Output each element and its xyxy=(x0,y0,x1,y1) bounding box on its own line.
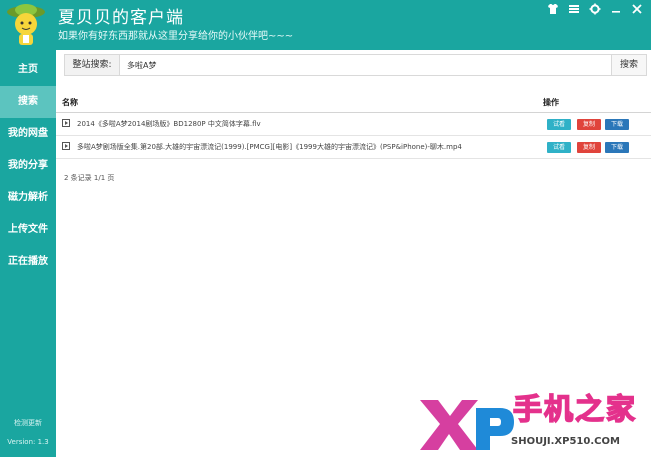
watermark: 手机之家 SHOUJI.XP510.COM xyxy=(416,386,651,457)
table-row: 多啦A梦剧场版全集.第20部.大雄的宇宙漂流记(1999).[PMCG][电影]… xyxy=(56,136,651,159)
sidebar-item-search[interactable]: 搜索 xyxy=(0,86,56,118)
search-label: 整站搜索: xyxy=(65,55,120,75)
pagination-summary: 2 条记录 1/1 页 xyxy=(64,174,115,182)
watermark-domain: SHOUJI.XP510.COM xyxy=(511,436,620,447)
window-controls xyxy=(547,3,643,15)
watermark-title: 手机之家 xyxy=(512,391,638,427)
sidebar: 主页 搜索 我的网盘 我的分享 磁力解析 上传文件 正在播放 检测更新 Vers… xyxy=(0,50,56,457)
column-header-actions: 操作 xyxy=(543,98,559,107)
file-name[interactable]: 多啦A梦剧场版全集.第20部.大雄的宇宙漂流记(1999).[PMCG][电影]… xyxy=(77,142,462,152)
sidebar-item-magnet[interactable]: 磁力解析 xyxy=(0,182,56,214)
search-input[interactable] xyxy=(127,57,567,73)
table-header: 名称 操作 xyxy=(56,94,651,113)
mascot-logo-icon xyxy=(7,4,45,45)
menu-icon[interactable] xyxy=(568,3,580,15)
check-update-link[interactable]: 检测更新 xyxy=(0,418,56,428)
copy-button[interactable]: 复制 xyxy=(577,142,601,153)
download-button[interactable]: 下载 xyxy=(605,142,629,153)
play-icon[interactable] xyxy=(62,119,70,127)
download-button[interactable]: 下载 xyxy=(605,119,629,130)
file-name[interactable]: 2014《多啦A梦2014剧场版》BD1280P 中文简体字幕.flv xyxy=(77,119,261,129)
sidebar-item-my-disk[interactable]: 我的网盘 xyxy=(0,118,56,150)
search-button[interactable]: 搜索 xyxy=(611,55,646,75)
app-slogan: 如果你有好东西那就从这里分享给你的小伙伴吧~~~ xyxy=(58,31,294,42)
preview-button[interactable]: 试看 xyxy=(547,142,571,153)
preview-button[interactable]: 试看 xyxy=(547,119,571,130)
column-header-name: 名称 xyxy=(62,98,78,107)
close-icon[interactable] xyxy=(631,3,643,15)
minimize-icon[interactable] xyxy=(610,3,622,15)
sidebar-item-upload[interactable]: 上传文件 xyxy=(0,214,56,246)
sidebar-item-my-share[interactable]: 我的分享 xyxy=(0,150,56,182)
gear-icon[interactable] xyxy=(589,3,601,15)
copy-button[interactable]: 复制 xyxy=(577,119,601,130)
search-bar: 整站搜索: 搜索 xyxy=(64,54,647,76)
version-label: Version: 1.3 xyxy=(7,438,49,446)
sidebar-item-now-playing[interactable]: 正在播放 xyxy=(0,246,56,278)
title-bar: 夏贝贝的客户端 如果你有好东西那就从这里分享给你的小伙伴吧~~~ xyxy=(0,0,651,50)
sidebar-item-home[interactable]: 主页 xyxy=(0,54,56,86)
skin-icon[interactable] xyxy=(547,3,559,15)
app-title: 夏贝贝的客户端 xyxy=(58,8,184,28)
xp-logo-icon xyxy=(420,400,514,450)
play-icon[interactable] xyxy=(62,142,70,150)
table-row: 2014《多啦A梦2014剧场版》BD1280P 中文简体字幕.flv 试看 复… xyxy=(56,113,651,136)
